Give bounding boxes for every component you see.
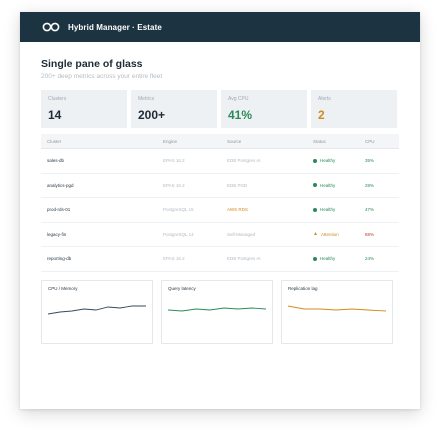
source-cell: Self-Managed [227,231,256,237]
stat-label: Avg CPU [228,96,249,102]
status-text: Healthy [320,182,336,188]
column-header-cpu[interactable]: CPU [365,139,397,144]
chart-title: CPU / Memory [48,285,78,291]
title-bar: Hybrid Manager · Estate [20,12,420,42]
chart-title: Query latency [168,285,196,291]
status-badge: Healthy [313,183,365,188]
cluster-name: reporting-db [47,256,72,262]
status-badge: ▲ Attention [313,231,365,237]
stat-card-metrics: Metrics 200+ [131,90,217,128]
cpu-memory-sparkline [48,305,146,314]
table-row[interactable]: reporting-db EPAS 16.2 EDB Postgres AI H… [41,247,399,272]
status-text: Healthy [320,256,336,262]
status-text: Attention [320,231,339,237]
status-text: Healthy [320,207,336,213]
source-cell: EDB Postgres AI [227,158,261,164]
chart-title: Replication lag [288,285,318,291]
status-text: Healthy [320,158,336,164]
column-header-cluster[interactable]: Cluster [41,139,163,144]
engine-cell: EPAS 16.2 [163,256,185,262]
cluster-name: analytics-pgd [47,182,74,188]
table-header: Cluster Engine Source Status CPU [41,134,399,149]
cluster-name: sales-db [47,158,65,164]
status-dot-icon [313,183,317,188]
charts-row: CPU / Memory Query latency Replication l… [41,279,399,344]
cpu-cell: 28% [365,182,375,188]
engine-cell: PostgreSQL 15 [163,207,194,213]
cpu-cell: 88% [365,231,375,237]
status-dot-icon [313,256,317,261]
status-badge: Healthy [313,158,365,163]
query-latency-sparkline [168,307,267,311]
column-header-engine[interactable]: Engine [163,139,227,144]
replication-lag-chart: Replication lag [281,279,393,344]
table-row[interactable]: analytics-pgd EPAS 16.2 EDB PGD Healthy … [41,174,399,198]
column-header-status[interactable]: Status [313,139,365,144]
infinity-logo-icon [42,22,60,32]
source-cell: EDB PGD [227,182,248,188]
page-title: Single pane of glass [41,58,143,70]
source-cell: EDB Postgres AI [227,256,261,262]
stat-card-clusters: Clusters 14 [41,90,127,128]
status-badge: Healthy [313,256,365,261]
status-badge: Healthy [313,207,365,212]
stat-label: Metrics [138,96,155,102]
cpu-cell: 35% [365,158,375,164]
query-latency-chart: Query latency [161,279,273,344]
replication-lag-sparkline [288,305,387,311]
source-cell: AWS RDS [227,207,248,213]
table-row[interactable]: sales-db EPAS 16.2 EDB Postgres AI Healt… [41,149,399,174]
engine-cell: EPAS 16.2 [163,182,185,188]
column-header-source[interactable]: Source [227,139,313,144]
cluster-name: prod-rds-01 [47,207,71,213]
cpu-cell: 47% [365,207,375,213]
stat-card-avg-cpu: Avg CPU 41% [221,90,307,128]
app-title: Hybrid Manager · Estate [68,22,162,32]
status-dot-icon [313,158,317,163]
table-row[interactable]: legacy-fin PostgreSQL 14 Self-Managed ▲ … [41,223,399,247]
cluster-table: Cluster Engine Source Status CPU sales-d… [41,134,399,272]
status-dot-icon [313,207,317,212]
stat-card-alerts: Alerts 2 [311,90,397,128]
table-row[interactable]: prod-rds-01 PostgreSQL 15 AWS RDS Health… [41,198,399,223]
page-subtitle: 200+ deep metrics across your entire fle… [41,73,163,80]
stat-label: Alerts [318,96,331,102]
stats-row: Clusters 14 Metrics 200+ Avg CPU 41% Ale… [41,90,399,128]
stat-value: 200+ [138,108,166,122]
engine-cell: EPAS 16.2 [163,158,185,164]
cluster-name: legacy-fin [47,231,67,237]
stat-value: 14 [48,108,62,122]
stat-value: 2 [318,108,325,122]
stat-value: 41% [228,108,253,122]
cpu-memory-chart: CPU / Memory [41,279,153,344]
warning-triangle-icon: ▲ [313,231,318,238]
stat-label: Clusters [48,96,67,102]
cpu-cell: 24% [365,256,375,262]
estate-window: Hybrid Manager · Estate Single pane of g… [20,12,420,409]
engine-cell: PostgreSQL 14 [163,231,194,237]
